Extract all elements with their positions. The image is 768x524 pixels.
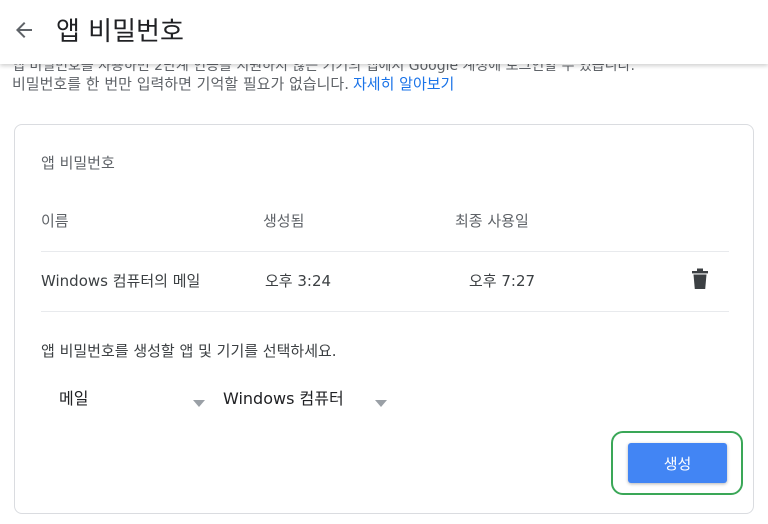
arrow-back-icon: [12, 18, 36, 46]
generate-button[interactable]: 생성: [628, 443, 727, 483]
column-header-created: 생성됨: [263, 212, 305, 230]
column-header-last-used: 최종 사용일: [455, 212, 529, 230]
row-name: Windows 컴퓨터의 메일: [41, 272, 201, 290]
dropdown-arrow-icon: [193, 393, 205, 412]
delete-button[interactable]: [687, 268, 713, 294]
top-bar: 앱 비밀번호: [0, 0, 768, 64]
device-select[interactable]: Windows 컴퓨터: [223, 380, 387, 414]
dropdown-arrow-icon: [375, 393, 387, 412]
intro-text: 비밀번호를 한 번만 입력하면 기억할 필요가 없습니다. 자세히 알아보기: [12, 74, 454, 94]
app-passwords-card: 앱 비밀번호 이름 생성됨 최종 사용일 Windows 컴퓨터의 메일 오후 …: [14, 124, 754, 514]
instruction-text: 앱 비밀번호를 생성할 앱 및 기기를 선택하세요.: [41, 342, 337, 360]
row-divider: [41, 311, 729, 312]
learn-more-link[interactable]: 자세히 알아보기: [353, 75, 454, 93]
device-select-value: Windows 컴퓨터: [223, 389, 344, 408]
trash-icon: [690, 268, 710, 294]
app-select[interactable]: 메일: [59, 380, 205, 414]
header-divider: [41, 251, 729, 252]
back-button[interactable]: [6, 14, 42, 50]
card-title: 앱 비밀번호: [41, 154, 115, 172]
column-header-name: 이름: [41, 212, 69, 230]
row-last-used: 오후 7:27: [469, 272, 536, 290]
row-created: 오후 3:24: [265, 272, 332, 290]
page-title: 앱 비밀번호: [56, 17, 184, 47]
intro-text-body: 비밀번호를 한 번만 입력하면 기억할 필요가 없습니다.: [12, 75, 349, 93]
app-select-value: 메일: [59, 389, 89, 408]
